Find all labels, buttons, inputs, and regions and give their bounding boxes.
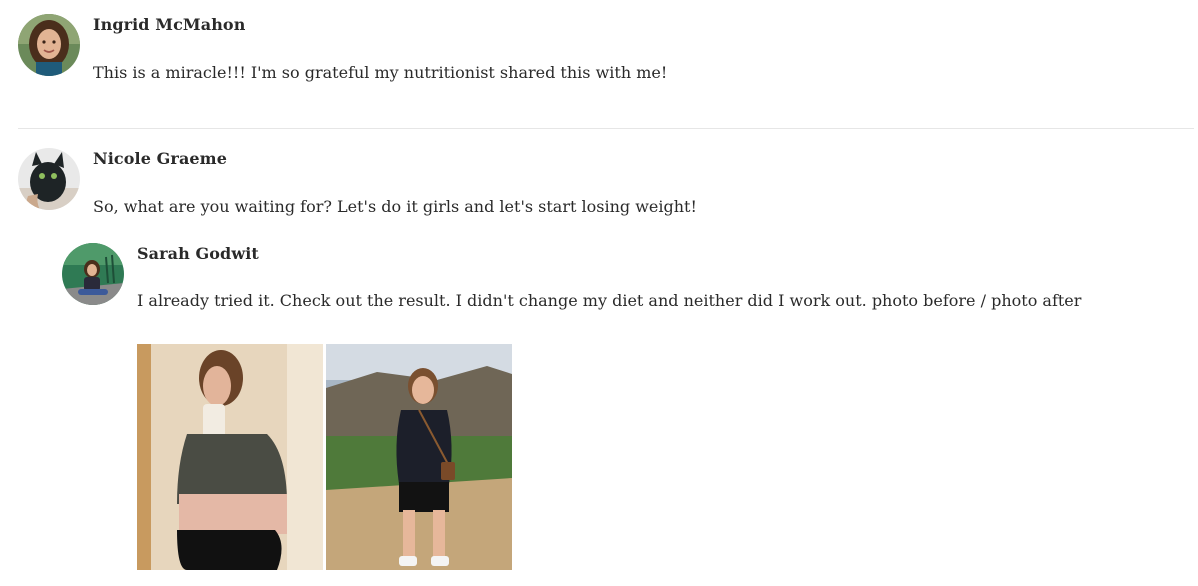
avatar-nicole-icon <box>18 148 80 210</box>
comment-text: I already tried it. Check out the result… <box>137 291 1082 310</box>
avatar-sarah <box>62 243 124 305</box>
avatar-ingrid-icon <box>18 14 80 76</box>
avatar-ingrid <box>18 14 80 76</box>
comment-author[interactable]: Ingrid McMahon <box>93 15 245 34</box>
comment-author[interactable]: Sarah Godwit <box>137 244 259 263</box>
comment-divider <box>18 128 1194 129</box>
comment-text: So, what are you waiting for? Let's do i… <box>93 197 697 216</box>
comment-author[interactable]: Nicole Graeme <box>93 149 227 168</box>
before-after-photo[interactable] <box>137 344 512 570</box>
avatar-sarah-icon <box>62 243 124 305</box>
comment-text: This is a miracle!!! I'm so grateful my … <box>93 63 668 82</box>
before-after-photo-icon <box>137 344 512 570</box>
avatar-nicole <box>18 148 80 210</box>
